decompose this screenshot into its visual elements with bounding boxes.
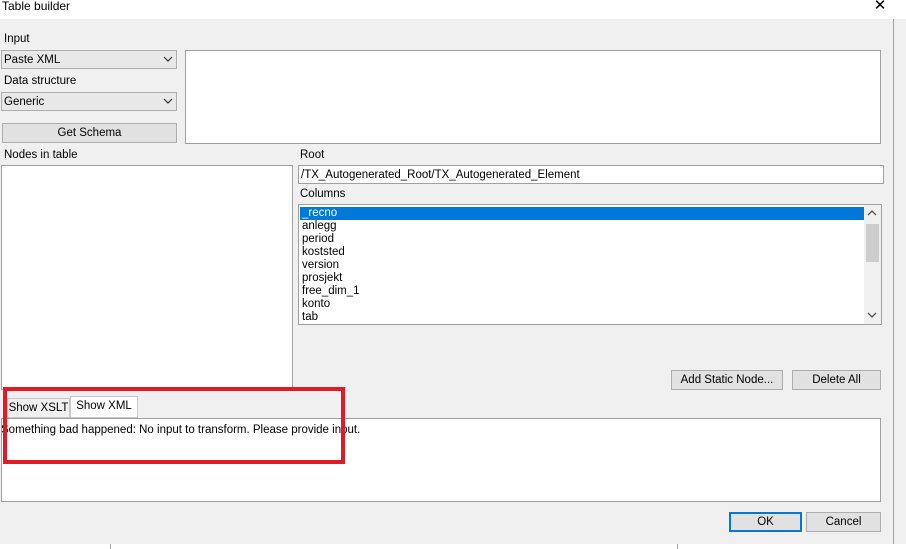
add-static-node-button[interactable]: Add Static Node... xyxy=(671,370,783,390)
column-item[interactable]: version xyxy=(300,259,339,272)
get-schema-button[interactable]: Get Schema xyxy=(2,123,177,143)
nodes-in-table-label: Nodes in table xyxy=(4,149,78,161)
title-bar xyxy=(0,0,906,19)
columns-list[interactable]: _recno anlegg period koststed version prosjek… xyxy=(298,204,882,325)
root-label: Root xyxy=(300,149,325,161)
chevron-down-icon xyxy=(163,56,173,62)
nodes-tree[interactable] xyxy=(1,165,293,390)
column-item[interactable]: prosjekt xyxy=(300,272,342,285)
taskbar-strip xyxy=(0,544,906,549)
column-item[interactable]: koststed xyxy=(300,246,345,259)
divider xyxy=(677,544,678,549)
columns-label: Columns xyxy=(300,188,346,200)
scroll-down-icon[interactable] xyxy=(867,311,877,319)
chevron-down-icon xyxy=(163,98,173,104)
input-source-value: Paste XML xyxy=(4,54,61,66)
column-item[interactable]: _recno xyxy=(300,207,864,220)
delete-all-button[interactable]: Delete All xyxy=(792,370,881,390)
ok-button[interactable]: OK xyxy=(729,512,802,532)
root-input[interactable]: /TX_Autogenerated_Root/TX_Autogenerated_… xyxy=(298,165,884,184)
input-source-select[interactable]: Paste XML xyxy=(1,50,177,69)
column-item[interactable]: period xyxy=(300,233,334,246)
highlight-box xyxy=(3,387,345,464)
column-item[interactable]: free_dim_1 xyxy=(300,285,360,298)
columns-scrollbar[interactable] xyxy=(864,205,881,324)
window-title: Table builder xyxy=(2,0,71,13)
data-structure-value: Generic xyxy=(4,96,45,108)
cancel-button[interactable]: Cancel xyxy=(806,512,881,532)
scrollbar-thumb[interactable] xyxy=(866,224,879,262)
column-item[interactable]: tab xyxy=(300,311,318,324)
data-structure-label: Data structure xyxy=(4,75,77,87)
window-edge xyxy=(893,19,894,544)
input-text-area[interactable] xyxy=(185,50,881,144)
column-item[interactable]: konto xyxy=(300,298,330,311)
column-item[interactable]: anlegg xyxy=(300,220,337,233)
data-structure-select[interactable]: Generic xyxy=(1,92,177,111)
scroll-up-icon[interactable] xyxy=(867,209,877,217)
close-icon[interactable]: ✕ xyxy=(872,0,888,14)
divider xyxy=(110,544,111,549)
input-label: Input xyxy=(4,33,30,45)
root-value: /TX_Autogenerated_Root/TX_Autogenerated_… xyxy=(301,169,580,181)
